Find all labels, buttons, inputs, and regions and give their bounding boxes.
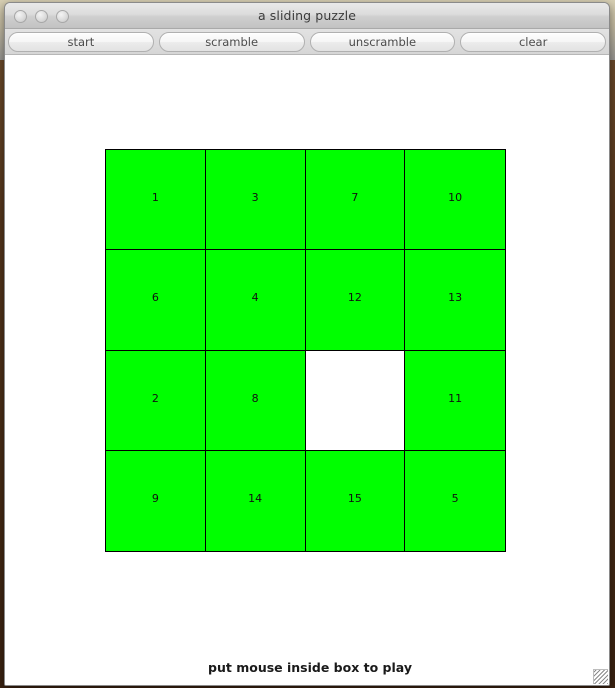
puzzle-tile-label: 1 [151, 191, 159, 205]
puzzle-tile[interactable]: 12 [305, 250, 406, 351]
puzzle-tile[interactable]: 3 [205, 150, 306, 251]
clear-button[interactable]: clear [460, 31, 606, 52]
puzzle-tile-label: 13 [448, 291, 463, 305]
application-window: a sliding puzzle start scramble unscramb… [4, 2, 610, 686]
scramble-button[interactable]: scramble [158, 31, 305, 52]
puzzle-tile[interactable]: 11 [405, 350, 505, 451]
puzzle-grid[interactable]: 1 3 7 10 6 4 12 13 2 8 11 9 14 15 5 [105, 149, 506, 552]
puzzle-tile[interactable]: 7 [305, 150, 406, 251]
zoom-button[interactable] [56, 9, 69, 23]
puzzle-tile[interactable]: 14 [205, 450, 306, 551]
puzzle-tile-label: 9 [151, 492, 159, 506]
puzzle-tile-label: 14 [248, 492, 263, 506]
puzzle-tile-label: 10 [448, 191, 463, 205]
puzzle-tile-label: 15 [347, 492, 362, 506]
start-button[interactable]: start [8, 31, 154, 52]
minimize-button[interactable] [35, 9, 48, 23]
puzzle-tile-label: 7 [351, 191, 359, 205]
puzzle-tile-blank[interactable] [305, 350, 406, 451]
puzzle-tile[interactable]: 5 [405, 450, 505, 551]
puzzle-tile[interactable]: 10 [405, 150, 505, 251]
puzzle-tile[interactable]: 8 [205, 350, 306, 451]
close-button[interactable] [14, 9, 27, 23]
toolbar: start scramble unscramble clear [5, 29, 609, 55]
window-title: a sliding puzzle [257, 8, 357, 23]
status-message: put mouse inside box to play [208, 660, 412, 675]
puzzle-tile[interactable]: 15 [305, 450, 406, 551]
puzzle-tile[interactable]: 9 [106, 450, 206, 551]
puzzle-tile-label: 3 [251, 191, 259, 205]
puzzle-tile-label: 5 [451, 492, 459, 506]
resize-grip[interactable] [593, 669, 608, 684]
puzzle-tile-label: 8 [251, 391, 259, 405]
puzzle-tile[interactable]: 6 [106, 250, 206, 351]
puzzle-tile-label: 2 [151, 391, 159, 405]
puzzle-tile-label: 6 [151, 291, 159, 305]
window-controls [14, 3, 69, 29]
puzzle-tile[interactable]: 1 [106, 150, 206, 251]
window-titlebar[interactable]: a sliding puzzle [5, 3, 609, 29]
puzzle-play-area[interactable]: 1 3 7 10 6 4 12 13 2 8 11 9 14 15 5 put mouse inside b… [5, 55, 609, 685]
unscramble-button[interactable]: unscramble [309, 31, 456, 52]
puzzle-tile-label: 4 [251, 291, 259, 305]
puzzle-tile[interactable]: 4 [205, 250, 306, 351]
puzzle-tile[interactable]: 13 [405, 250, 505, 351]
puzzle-tile[interactable]: 2 [106, 350, 206, 451]
puzzle-tile-label: 12 [347, 291, 362, 305]
puzzle-tile-label: 11 [448, 391, 463, 405]
